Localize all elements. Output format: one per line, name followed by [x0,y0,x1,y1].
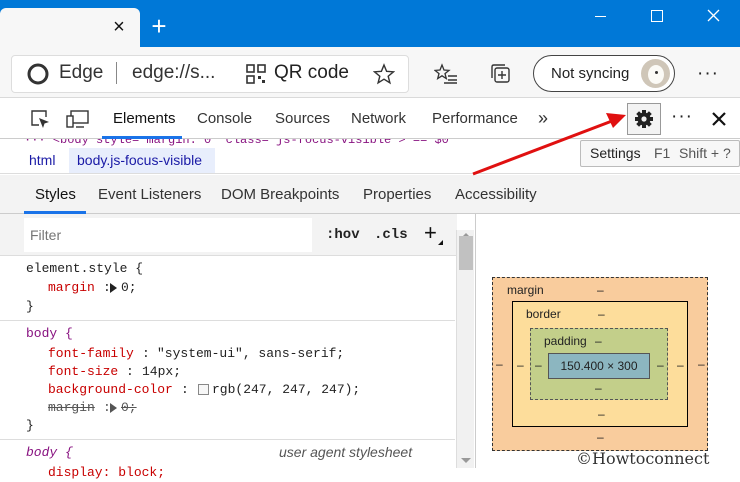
element-margin-value[interactable]: 0; [121,278,137,297]
font-family-prop[interactable]: font-family [48,344,134,363]
font-family-value[interactable]: "system-ui", sans-serif; [157,344,344,363]
padding-right-value[interactable]: – [657,358,664,372]
rule-close-brace: } [26,418,34,433]
background-color-value[interactable]: rgb(247, 247, 247); [212,380,360,399]
window-close-button[interactable] [690,0,736,32]
tooltip-label: Settings [590,145,641,161]
device-emulation-icon[interactable] [66,108,90,130]
subtab-event-listeners[interactable]: Event Listeners [98,175,201,214]
edge-brand-label: Edge [59,62,104,83]
watermark: ©Howtoconnect [576,449,710,468]
rule-close-brace: } [26,299,34,314]
close-icon [707,9,720,22]
border-top-value[interactable]: – [598,307,605,321]
breadcrumb-body[interactable]: body.js-focus-visible [77,152,202,168]
expand-triangle-icon[interactable] [110,283,117,293]
padding-box[interactable]: padding – – – – 150.400 × 300 [530,328,668,400]
padding-label: padding [544,334,587,348]
element-margin-prop[interactable]: margin [48,278,95,297]
property-colon: : [181,382,189,397]
browser-more-button[interactable]: ··· [697,63,719,85]
styles-scrollbar[interactable] [456,230,474,468]
devtools-close-button[interactable] [710,110,728,128]
border-bottom-value[interactable]: – [598,407,605,421]
avatar [641,59,670,88]
expand-triangle-icon[interactable] [110,403,117,413]
tooltip-shortcut-f1: F1 [654,145,671,161]
tab-performance[interactable]: Performance [432,98,518,139]
sync-label: Not syncing [551,65,630,82]
gear-icon [635,110,653,128]
padding-top-value[interactable]: – [595,334,602,348]
border-box[interactable]: border – – – – padding – – – – 150.400 ×… [512,301,688,427]
sync-button[interactable]: Not syncing [533,55,675,92]
scroll-down-icon[interactable] [461,458,471,463]
margin-bottom-value[interactable]: – [597,430,604,444]
content-box[interactable]: 150.400 × 300 [548,353,650,379]
collections-icon[interactable] [490,63,512,85]
font-size-value[interactable]: 14px; [142,362,181,381]
font-size-prop[interactable]: font-size [48,362,118,381]
margin-value-overridden[interactable]: 0; [121,398,137,417]
maximize-icon [651,10,663,22]
property-colon: : [126,364,134,379]
new-tab-button[interactable]: + [147,13,171,39]
margin-top-value[interactable]: – [597,283,604,297]
tab-network[interactable]: Network [351,98,406,139]
subtab-dom-breakpoints[interactable]: DOM Breakpoints [221,175,339,214]
scroll-thumb[interactable] [459,236,473,270]
property-colon: : [142,346,150,361]
tooltip-shortcut-shift: Shift + ? [679,145,731,161]
settings-tooltip: Settings F1 Shift + ? [580,140,740,167]
address-divider [116,62,117,84]
url-text[interactable]: edge://s... [132,62,215,84]
margin-box[interactable]: margin – – – – border – – – – padding – … [492,277,708,451]
ua-display-prop: display: block; [48,465,166,480]
tab-elements[interactable]: Elements [113,98,176,139]
subtab-accessibility[interactable]: Accessibility [455,175,537,214]
border-left-value[interactable]: – [517,358,524,372]
margin-right-value[interactable]: – [698,357,705,371]
minimize-icon [595,16,606,17]
element-style-selector: element.style { [26,261,144,276]
new-style-rule-button[interactable]: + [424,220,437,246]
padding-bottom-value[interactable]: – [595,381,602,395]
page-title: QR code [274,62,349,83]
maximize-button[interactable] [634,0,680,32]
tab-close-button[interactable]: × [106,14,132,40]
box-model-pane: margin – – – – border – – – – padding – … [475,214,740,468]
tab-console[interactable]: Console [197,98,252,139]
border-right-value[interactable]: – [677,358,684,372]
border-label: border [526,307,561,321]
cls-toggle[interactable]: .cls [374,227,408,243]
hov-toggle[interactable]: :hov [326,227,360,243]
ua-body-selector: body { [26,445,73,460]
margin-prop-overridden[interactable]: margin [48,398,95,417]
tab-sources[interactable]: Sources [275,98,330,139]
new-rule-menu-icon [438,240,443,245]
minimize-button[interactable] [578,0,624,32]
more-tabs-button[interactable]: » [538,98,548,139]
subtab-styles[interactable]: Styles [35,175,76,214]
subtab-properties[interactable]: Properties [363,175,431,214]
edge-logo-icon [27,63,49,85]
background-color-prop[interactable]: background-color [48,380,173,399]
color-swatch[interactable] [198,384,209,395]
padding-left-value[interactable]: – [535,358,542,372]
favorites-list-icon[interactable] [434,63,458,85]
favorite-star-icon[interactable] [373,63,395,85]
body-selector: body { [26,326,73,341]
margin-left-value[interactable]: – [496,357,503,371]
settings-button[interactable] [627,103,661,135]
breadcrumb-html[interactable]: html [29,152,55,168]
styles-filter-input[interactable] [24,218,312,252]
devtools-more-button[interactable]: ··· [671,106,693,128]
inspect-element-icon[interactable] [29,108,51,130]
user-agent-stylesheet-label: user agent stylesheet [279,444,413,460]
qr-code-icon[interactable] [246,64,266,84]
margin-label: margin [507,283,544,297]
